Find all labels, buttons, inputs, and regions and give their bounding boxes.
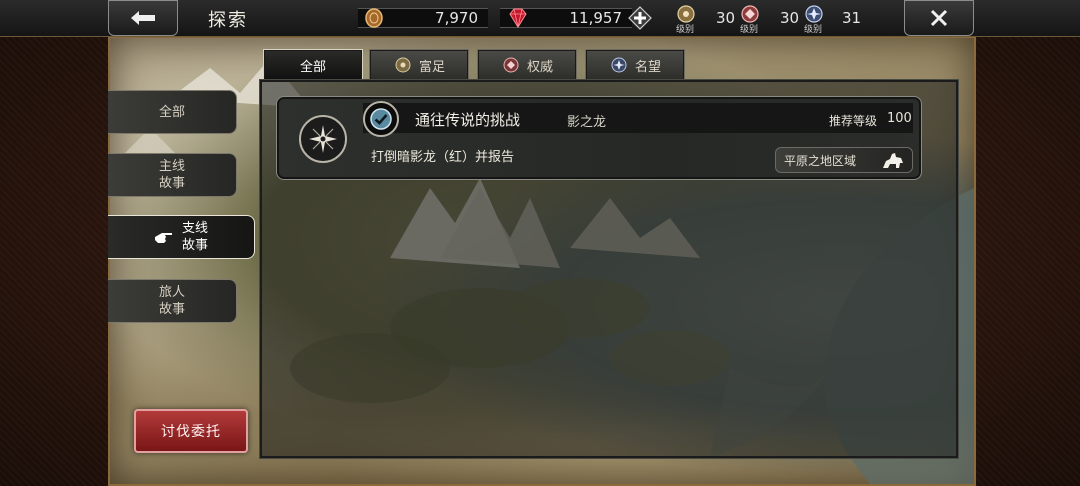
sidebar-item-main-story[interactable]: 主线 故事	[108, 153, 237, 197]
check-circle-icon	[370, 108, 392, 130]
sidebar-item-label: 故事	[158, 176, 185, 191]
authority-rank-value: 30	[780, 9, 800, 27]
plus-icon	[628, 6, 652, 30]
sidebar-item-label: 故事	[158, 302, 185, 317]
authority-emblem-icon	[741, 5, 759, 23]
authority-rank: 级别 30	[738, 5, 802, 35]
sidebar-item-all[interactable]: 全部	[108, 90, 237, 134]
add-gems-button[interactable]	[628, 6, 652, 30]
sidebar-item-label: 支线	[181, 221, 208, 236]
gem-counter: 11,957	[500, 8, 632, 28]
wealth-rank-value: 30	[716, 9, 736, 27]
sidebar-item-label: 主线	[158, 159, 185, 174]
quest-target: 影之龙	[567, 115, 607, 130]
tab-all[interactable]: 全部	[263, 49, 363, 81]
sidebar-item-side-story[interactable]: 支线 故事	[108, 215, 255, 259]
authority-emblem-icon	[503, 57, 519, 73]
tab-fame-label: 名望	[634, 59, 661, 75]
fame-rank-value: 31	[842, 9, 862, 27]
gem-amount: 11,957	[569, 9, 623, 27]
fame-emblem-icon	[611, 57, 627, 73]
recommended-level-value: 100	[887, 111, 912, 126]
wealth-rank: 级别 30	[674, 5, 738, 35]
close-button[interactable]	[904, 0, 974, 36]
tab-authority[interactable]: 权威	[477, 49, 577, 81]
tab-wealth-label: 富足	[418, 59, 445, 75]
arrow-left-icon	[131, 11, 155, 25]
quest-status-check	[363, 101, 399, 137]
quest-title: 通往传说的挑战	[415, 111, 521, 129]
quest-region-tag: 平原之地区域	[775, 147, 913, 173]
coin-amount: 7,970	[435, 9, 478, 27]
red-gem-icon	[509, 8, 527, 28]
sidebar-item-label: 全部	[158, 104, 185, 120]
fame-emblem-icon	[805, 5, 823, 23]
hunt-request-button[interactable]: 讨伐委托	[134, 409, 248, 453]
sidebar-item-traveler-story[interactable]: 旅人 故事	[108, 279, 237, 323]
fame-rank: 级别 31	[802, 5, 872, 35]
quest-description: 打倒暗影龙（红）并报告	[371, 150, 515, 165]
back-button[interactable]	[108, 0, 178, 36]
wealth-emblem-icon	[677, 5, 695, 23]
sidebar-item-label: 旅人	[158, 285, 185, 300]
compass-star-icon	[309, 125, 337, 153]
mounted-knight-icon	[883, 153, 903, 168]
pointing-hand-icon	[154, 233, 172, 243]
quest-card[interactable]: 通往传说的挑战 影之龙 推荐等级 100 打倒暗影龙（红）并报告 平原之地区域	[276, 96, 922, 180]
coin-icon	[365, 8, 383, 28]
hunt-request-label: 讨伐委托	[161, 424, 221, 440]
tab-authority-label: 权威	[526, 59, 553, 75]
page-title: 探索	[208, 10, 248, 31]
recommended-level-label: 推荐等级	[829, 114, 878, 128]
quest-type-emblem	[299, 115, 347, 163]
tab-wealth[interactable]: 富足	[369, 49, 469, 81]
wealth-emblem-icon	[395, 57, 411, 73]
tab-all-label: 全部	[299, 59, 326, 75]
sidebar-item-label: 故事	[181, 238, 208, 253]
coin-counter: 7,970	[358, 8, 488, 28]
tab-fame[interactable]: 名望	[585, 49, 685, 81]
quest-region-label: 平原之地区域	[784, 154, 857, 168]
close-icon	[930, 9, 948, 27]
